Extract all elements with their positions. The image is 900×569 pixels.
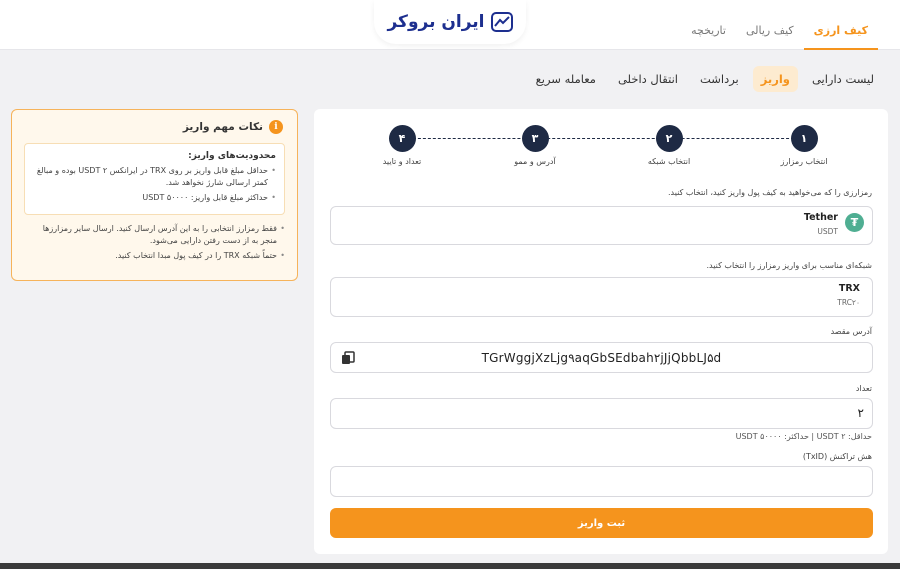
step-number: ۴ [388,125,416,152]
currency-label: رمزارزی را که می‌خواهید به کیف پول واریز… [667,188,872,197]
network-select[interactable]: TRX TRC۲۰ [330,277,873,317]
step-label: تعداد و تایید [382,157,422,166]
step-number: ۳ [521,125,549,152]
copy-icon[interactable] [341,351,355,365]
tab-deposit[interactable]: واریز [752,66,798,92]
step-number: ۱ [790,125,818,152]
top-bar: ایران بروکر کیف ارزی کیف ریالی تاریخچه [0,0,900,50]
txid-input[interactable] [330,466,873,497]
step-3: ۳ آدرس و ممو [495,125,575,166]
currency-symbol: USDT [817,227,838,236]
tab-crypto-wallet[interactable]: کیف ارزی [803,14,879,50]
logo-text: ایران بروکر [387,12,485,32]
tab-internal-transfer[interactable]: انتقال داخلی [610,66,686,92]
deposit-limits-box: محدودیت‌های واریز: حداقل مبلغ قابل واریز… [24,143,285,215]
step-1: ۱ انتخاب رمزارز [764,125,844,166]
action-tabs: لیست دارایی واریز برداشت انتقال داخلی مع… [528,66,882,92]
stepper-line [398,138,804,139]
address-label: آدرس مقصد [830,327,872,336]
logo[interactable]: ایران بروکر [374,0,526,44]
limits-title: محدودیت‌های واریز: [188,151,276,161]
deposit-form-card: ۱ انتخاب رمزارز ۲ انتخاب شبکه ۳ آدرس و م… [314,109,888,554]
notes-header: i نکات مهم واریز [24,120,285,134]
address-field: TGrWggjXzLjg۹aqGbSEdbah۲jJjQbbLJ۵d [330,342,873,373]
currency-select[interactable]: ₮ Tether USDT [330,206,873,245]
notes-title: نکات مهم واریز [182,121,263,133]
amount-hint: حداقل: ۲ USDT | حداکثر: ۵۰۰۰۰ USDT [735,432,872,441]
tab-withdraw[interactable]: برداشت [692,66,747,92]
step-2: ۲ انتخاب شبکه [629,125,709,166]
amount-input[interactable]: ۲ [330,398,873,429]
deposit-notes-panel: i نکات مهم واریز محدودیت‌های واریز: حداق… [11,109,298,281]
tab-history[interactable]: تاریخچه [681,14,736,49]
note-item: حتماً شبکه TRX را در کیف پول مبدا انتخاب… [24,250,285,262]
tab-rial-wallet[interactable]: کیف ریالی [736,14,804,49]
info-icon: i [269,120,283,134]
wallet-tabs: کیف ارزی کیف ریالی تاریخچه [681,14,879,50]
chart-trend-icon [490,12,513,32]
stepper: ۱ انتخاب رمزارز ۲ انتخاب شبکه ۳ آدرس و م… [314,125,888,175]
currency-name: Tether [803,212,838,223]
submit-deposit-button[interactable]: ثبت واریز [330,508,873,538]
amount-label: تعداد [855,384,872,393]
step-label: آدرس و ممو [514,157,556,166]
network-standard: TRC۲۰ [837,298,860,307]
limit-item: حداکثر مبلغ قابل واریز: ۵۰۰۰۰ USDT [33,192,276,204]
step-label: انتخاب شبکه [647,157,691,166]
amount-value: ۲ [857,406,864,420]
limit-item: حداقل مبلغ قابل واریز بر روی TRX در ایرا… [33,165,276,189]
deposit-address: TGrWggjXzLjg۹aqGbSEdbah۲jJjQbbLJ۵d [481,351,722,365]
tab-quick-trade[interactable]: معامله سریع [528,66,604,92]
network-name: TRX [838,283,860,294]
tether-icon: ₮ [845,213,864,232]
tab-asset-list[interactable]: لیست دارایی [804,66,882,92]
network-label: شبکه‌ای مناسب برای واریز رمزارز را انتخا… [706,261,873,270]
taskbar-strip [0,563,900,569]
step-number: ۲ [655,125,683,152]
step-label: انتخاب رمزارز [780,157,828,166]
txid-label: هش تراکنش (TxID) [802,452,872,461]
step-4: ۴ تعداد و تایید [362,125,442,166]
note-item: فقط رمزارز انتخابی را به این آدرس ارسال … [24,223,285,247]
